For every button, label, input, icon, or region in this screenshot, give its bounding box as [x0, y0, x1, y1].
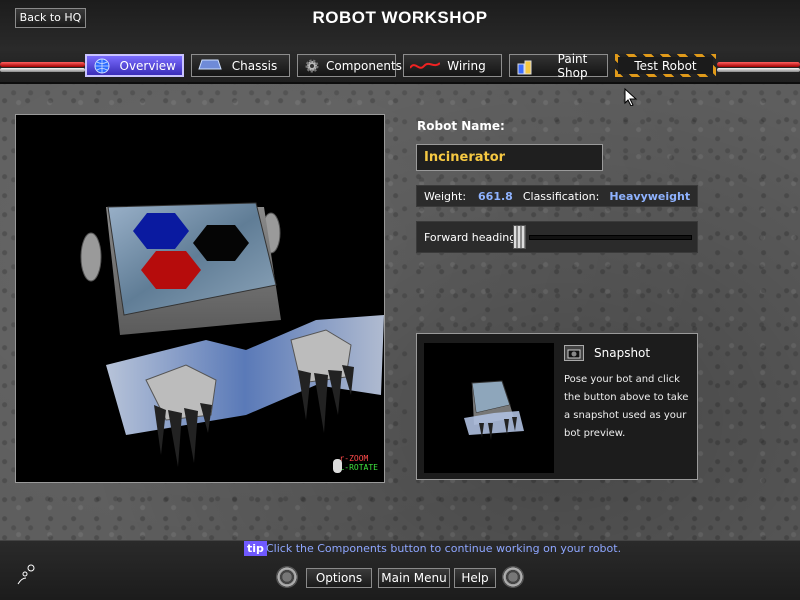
tab-paint-shop[interactable]: Paint Shop — [509, 51, 608, 80]
paint-cans-icon — [516, 58, 538, 74]
robot-stats-bar: Weight: 661.8 Classification: Heavyweigh… — [416, 185, 698, 207]
forward-heading-control: Forward heading: — [416, 221, 698, 253]
tip-badge: tip — [244, 541, 267, 556]
snapshot-preview — [424, 343, 554, 473]
wire-icon — [409, 58, 441, 74]
snapshot-description: Pose your bot and click the button above… — [564, 374, 689, 439]
forward-heading-slider-track[interactable] — [529, 235, 692, 240]
mouse-pointer-icon — [624, 87, 638, 110]
weight-value: 661.8 — [478, 189, 513, 203]
tab-label: Wiring — [447, 58, 486, 73]
robot-name-label: Robot Name: — [417, 119, 505, 133]
rotate-label: ROTATE — [349, 463, 378, 472]
camera-snapshot-button[interactable] — [564, 345, 584, 361]
cable-decoration — [717, 68, 800, 72]
tab-test-robot[interactable]: Test Robot — [615, 54, 716, 77]
cable-decoration — [0, 68, 85, 72]
header-bar: Back to HQ ROBOT WORKSHOP Overview Chass… — [0, 0, 800, 84]
help-button[interactable]: Help — [454, 568, 496, 588]
forward-heading-slider-thumb[interactable] — [513, 225, 526, 249]
weight-label: Weight: — [424, 189, 467, 203]
camera-icon — [567, 349, 581, 358]
classification-label: Classification: — [522, 189, 600, 203]
tab-label: Test Robot — [634, 58, 697, 73]
tip-text: Click the Components button to continue … — [266, 542, 622, 555]
speech-bubble-icon — [16, 562, 38, 586]
gear-icon — [276, 566, 298, 588]
robot-3d-viewport[interactable]: r-ZOOM L-ROTATE — [15, 114, 385, 483]
viewport-controls-legend: r-ZOOM L-ROTATE — [339, 454, 378, 472]
tab-overview[interactable]: Overview — [85, 54, 184, 77]
tab-wiring[interactable]: Wiring — [403, 54, 502, 77]
classification-value: Heavyweight — [609, 189, 691, 203]
options-button[interactable]: Options — [306, 568, 372, 588]
gear-icon — [304, 58, 320, 74]
cable-decoration — [0, 62, 85, 67]
page-title: ROBOT WORKSHOP — [312, 8, 488, 27]
tab-label: Overview — [119, 58, 177, 73]
robot-model-render — [80, 202, 384, 467]
chassis-icon — [198, 58, 222, 74]
tab-chassis[interactable]: Chassis — [191, 54, 290, 77]
globe-icon — [93, 58, 114, 74]
snapshot-title: Snapshot — [594, 346, 651, 360]
forward-heading-label: Forward heading: — [424, 230, 520, 244]
zoom-label: ZOOM — [349, 454, 369, 463]
mouse-icon — [333, 459, 342, 473]
tab-label: Paint Shop — [557, 51, 588, 80]
robot-name-field[interactable]: Incinerator — [416, 144, 603, 171]
tab-label: Components — [326, 58, 402, 73]
snapshot-panel: Snapshot Pose your bot and click the but… — [416, 333, 698, 480]
tab-label: Chassis — [231, 58, 278, 73]
tab-components[interactable]: Components — [297, 54, 402, 77]
cable-decoration — [717, 62, 800, 67]
gear-icon — [502, 566, 524, 588]
main-menu-button[interactable]: Main Menu — [378, 568, 450, 588]
